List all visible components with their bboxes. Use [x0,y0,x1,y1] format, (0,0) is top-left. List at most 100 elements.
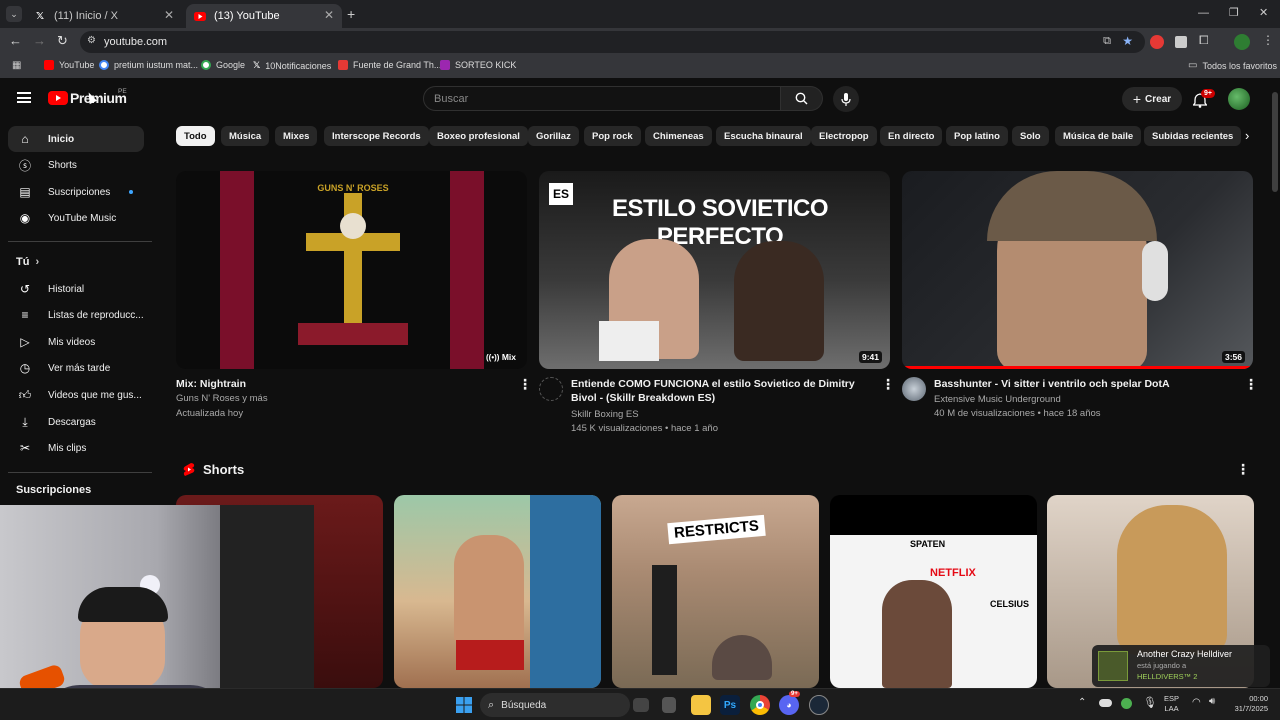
video-thumbnail-bivol[interactable]: ES ESTILO SOVIETICO PERFECTO 9:41 [539,171,890,369]
bookmark-notificaciones[interactable]: 𝕏 10Notificaciones [253,60,331,71]
chip[interactable]: Chimeneas [645,126,712,146]
chip[interactable]: Electropop [811,126,877,146]
app-icon[interactable] [662,697,676,713]
all-bookmarks[interactable]: ▭ Todos los favoritos [1188,60,1277,71]
channel-avatar[interactable] [539,377,563,401]
address-bar[interactable]: ⚙ youtube.com ⧉ ★ [80,31,1145,53]
sidebar-item-mis-clips[interactable]: ✂ Mis clips [8,435,144,461]
close-tab-icon[interactable]: ✕ [324,8,334,22]
microphone-icon[interactable]: 🎙︎ [1143,696,1157,709]
tab-x[interactable]: 𝕏 (11) Inicio / X ✕ [26,4,182,28]
chip[interactable]: Mixes [275,126,318,146]
you-section-header[interactable]: Tú › [16,256,39,268]
video-title[interactable]: Mix: Nightrain [176,377,496,391]
language-indicator[interactable]: ESP LAA [1164,694,1179,714]
photoshop-icon[interactable]: Ps [720,695,740,715]
bookmark-google[interactable]: Google [201,60,245,70]
install-app-icon[interactable]: ⧉ [1103,35,1111,48]
tab-search-button[interactable]: ⌄ [6,6,22,22]
chip[interactable]: Pop rock [584,126,641,146]
tray-app-icon[interactable] [1121,698,1132,709]
close-tab-icon[interactable]: ✕ [164,8,174,22]
wifi-icon[interactable]: ◠ [1192,697,1201,708]
sidebar-item-ver-mas-tarde[interactable]: ◷ Ver más tarde [8,355,144,381]
bookmark-youtube[interactable]: YouTube [44,60,94,70]
file-explorer-icon[interactable] [691,695,711,715]
chip[interactable]: Boxeo profesional [429,126,528,146]
shorts-menu-icon[interactable]: ⋮ [1236,461,1250,478]
video-title[interactable]: Basshunter - Vi sitter i ventrilo och sp… [934,377,1239,391]
steam-icon[interactable] [809,695,829,715]
video-channel[interactable]: Extensive Music Underground [934,393,1061,407]
sidebar-item-suscripciones[interactable]: ▤ Suscripciones [8,179,144,205]
short-thumbnail[interactable]: RESTRICTS [612,495,819,688]
voice-search-button[interactable] [833,86,859,112]
sidebar-item-liked-videos[interactable]: 👍︎ Videos que me gus... [8,382,144,408]
channel-avatar[interactable] [902,377,926,401]
restore-icon[interactable]: ❐ [1229,6,1239,19]
bookmark-sorteo-kick[interactable]: SORTEO KICK [440,60,516,70]
chip[interactable]: Música de baile [1055,126,1142,146]
sidebar-item-youtube-music[interactable]: ◉ YouTube Music [8,205,144,231]
apps-grid-icon[interactable]: ▦ [12,60,21,71]
scrollbar-thumb[interactable] [1272,92,1278,192]
hamburger-menu-icon[interactable] [17,92,31,103]
extensions-puzzle-icon[interactable]: ⧠ [1199,33,1209,48]
account-avatar[interactable] [1228,88,1250,110]
video-menu-icon[interactable]: ⋮ [1244,376,1258,393]
clock[interactable]: 00:00 31/7/2025 [1228,694,1268,714]
chip[interactable]: Gorillaz [528,126,579,146]
back-icon[interactable]: ← [9,33,22,48]
taskbar-search[interactable]: ⌕ Búsqueda [480,693,630,717]
notifications-button[interactable]: 9+ [1193,89,1215,108]
tab-youtube[interactable]: (13) YouTube ✕ [186,4,342,28]
chrome-icon[interactable] [750,695,770,715]
chip-todo[interactable]: Todo [176,126,215,146]
sidebar-item-inicio[interactable]: ⌂ Inicio [8,126,144,152]
create-button[interactable]: + Crear [1122,87,1182,111]
chip[interactable]: Interscope Records [324,126,429,146]
chip[interactable]: Música [221,126,270,146]
onedrive-icon[interactable] [1099,699,1112,707]
extension-icon[interactable] [1175,36,1187,48]
video-channel[interactable]: Guns N' Roses y más [176,392,268,406]
chips-next-icon[interactable]: › [1245,128,1249,143]
sidebar-item-historial[interactable]: ↺ Historial [8,276,144,302]
sidebar-item-descargas[interactable]: ⤓ Descargas [8,409,144,435]
windows-start-icon[interactable] [454,695,474,715]
chip[interactable]: Subidas recientes [1144,126,1242,146]
bookmark-pretium[interactable]: pretium iustum mat... [99,60,198,70]
chip[interactable]: Escucha binaural [716,126,811,146]
video-thumbnail-basshunter[interactable]: 3:56 [902,171,1253,369]
forward-icon[interactable]: → [33,33,46,48]
site-info-icon[interactable]: ⚙ [87,35,96,46]
chip[interactable]: Pop latino [946,126,1008,146]
bookmark-fuente-gta[interactable]: Fuente de Grand Th... [338,60,441,70]
video-channel[interactable]: Skillr Boxing ES [571,408,639,422]
video-menu-icon[interactable]: ⋮ [881,376,895,393]
sidebar-item-shorts[interactable]: ⓢ Shorts [8,152,144,178]
page-scrollbar[interactable] [1270,80,1280,688]
speaker-icon[interactable]: 🔊︎ [1209,696,1215,707]
profile-avatar[interactable] [1234,34,1250,50]
game-notification-toast[interactable]: Another Crazy Helldiver está jugando a H… [1092,645,1270,687]
task-view-icon[interactable] [633,698,649,712]
short-thumbnail[interactable]: SPATEN NETFLIX CELSIUS [830,495,1037,688]
sidebar-item-playlists[interactable]: ≡ Listas de reproducc... [8,302,144,328]
video-title[interactable]: Entiende COMO FUNCIONA el estilo Sovieti… [571,377,876,405]
bookmark-star-icon[interactable]: ★ [1122,34,1133,48]
chip[interactable]: En directo [880,126,943,146]
search-button[interactable] [781,86,823,111]
sidebar-item-mis-videos[interactable]: ▷ Mis videos [8,329,144,355]
chip[interactable]: Solo [1012,126,1049,146]
tray-overflow-icon[interactable]: ⌃ [1078,697,1086,708]
reload-icon[interactable]: ↻ [57,33,68,49]
close-window-icon[interactable]: ✕ [1259,6,1268,19]
browser-menu-icon[interactable]: ⋮ [1262,33,1274,47]
minimize-icon[interactable]: — [1198,7,1209,19]
video-thumbnail-nightrain[interactable]: GUNS N' ROSES ((•)) Mix [176,171,527,369]
short-thumbnail[interactable] [394,495,601,688]
extension-red-icon[interactable] [1150,35,1164,49]
new-tab-button[interactable]: + [347,6,355,22]
search-box[interactable]: Buscar [423,86,781,111]
